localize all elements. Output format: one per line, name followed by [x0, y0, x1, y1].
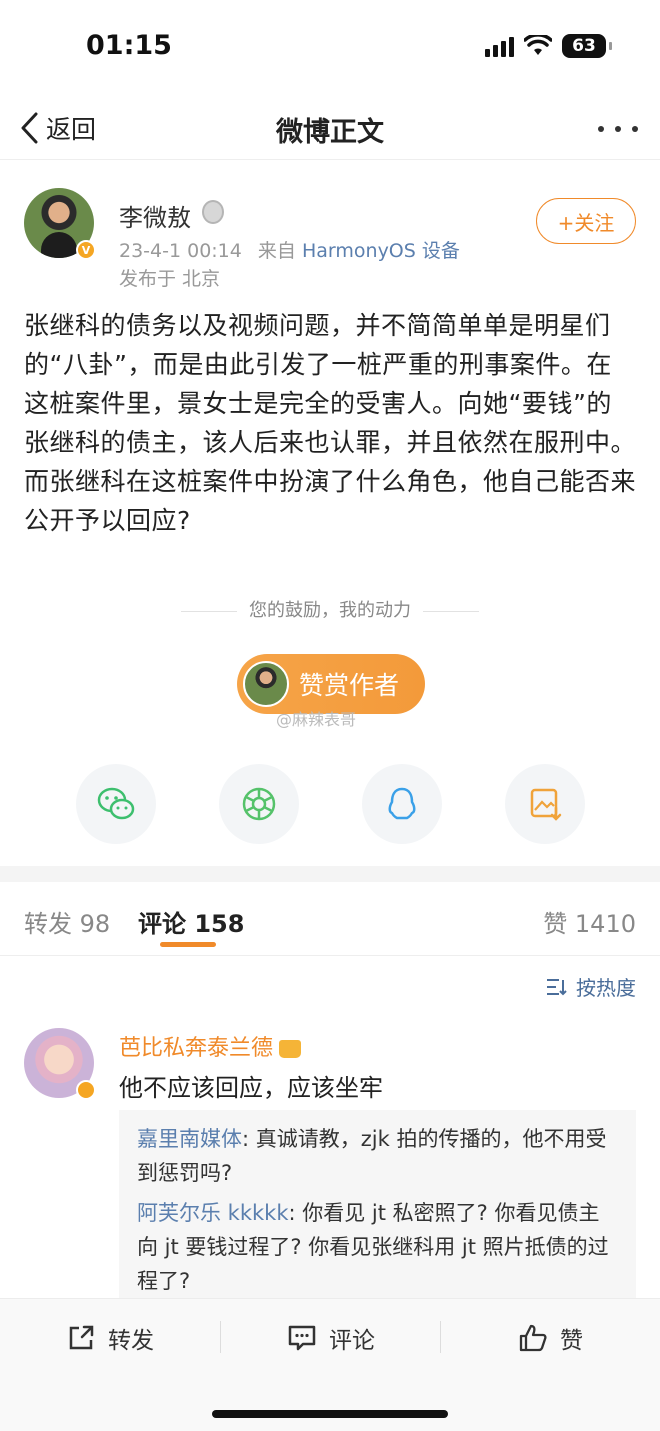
page-title: 微博正文 [276, 117, 384, 148]
save-image-icon [530, 788, 562, 821]
tab-comments[interactable]: 评论 158 [138, 904, 244, 939]
status-bar: 01:15 63 [0, 0, 660, 100]
action-divider [440, 1321, 441, 1353]
more-button[interactable] [598, 114, 638, 144]
post-text: 张继科的债务以及视频问题，并不简简单单是明星们的“八卦”，而是由此引发了一桩严重… [24, 311, 637, 535]
share-moments-button[interactable] [219, 764, 299, 844]
verified-badge-icon: V [76, 240, 96, 260]
like-button[interactable]: 赞 [518, 1321, 583, 1355]
post-meta: 23-4-1 00:14 来自 HarmonyOS 设备 [119, 236, 460, 263]
bottom-action-bar: 转发 评论 赞 [0, 1298, 660, 1431]
share-qq-button[interactable] [362, 764, 442, 844]
save-image-button[interactable] [505, 764, 585, 844]
action-divider [220, 1321, 221, 1353]
reward-hint-text: 您的鼓励，我的动力 [249, 600, 411, 621]
status-icons: 63 [485, 34, 612, 58]
comment-icon [288, 1325, 316, 1351]
home-indicator [212, 1410, 448, 1418]
commenter-name[interactable]: 芭比私奔泰兰德 [119, 1030, 302, 1062]
comment-tabs: 转发 98 评论 158 赞 1410 [0, 882, 660, 956]
reward-author-button[interactable]: 赞赏作者 [237, 654, 425, 714]
source-device[interactable]: HarmonyOS 设备 [302, 240, 460, 262]
share-icon [69, 1325, 94, 1350]
commenter-name-text: 芭比私奔泰兰德 [119, 1036, 274, 1061]
section-divider [0, 866, 660, 882]
qq-icon [388, 787, 416, 820]
repost-button[interactable]: 转发 [66, 1321, 154, 1355]
reward-button-label: 赞赏作者 [299, 671, 400, 700]
status-time: 01:15 [86, 30, 172, 61]
repost-label: 转发 [108, 1328, 154, 1354]
share-row [76, 764, 586, 844]
back-button[interactable]: 返回 [18, 110, 96, 146]
like-label: 赞 [560, 1328, 583, 1354]
tab-likes[interactable]: 赞 1410 [543, 904, 636, 939]
comment-label: 评论 [329, 1328, 375, 1354]
wechat-icon [97, 787, 135, 820]
verified-badge-icon [76, 1080, 96, 1100]
wifi-icon [524, 35, 552, 55]
reply-user[interactable]: 阿芙尔乐 kkkkk [137, 1201, 288, 1225]
sort-label: 按热度 [576, 976, 636, 1000]
tab-indicator [160, 942, 216, 947]
post-timestamp: 23-4-1 00:14 [119, 240, 242, 262]
crown-icon [279, 1040, 302, 1058]
chevron-left-icon [21, 112, 38, 144]
medal-icon [202, 200, 224, 224]
reply-user[interactable]: 嘉里南媒体 [137, 1127, 242, 1151]
reply-item: 阿芙尔乐 kkkkk: 你看见 jt 私密照了? 你看见债主向 jt 要钱过程了… [137, 1196, 618, 1298]
thumbs-up-icon [519, 1324, 547, 1352]
reward-avatar [243, 661, 289, 707]
share-wechat-button[interactable] [76, 764, 156, 844]
sort-icon [547, 978, 567, 995]
nav-bar: 返回 微博正文 [0, 100, 660, 160]
tab-repost[interactable]: 转发 98 [24, 904, 110, 939]
follow-button[interactable]: +关注 [536, 198, 636, 244]
sort-button[interactable]: 按热度 [546, 972, 636, 1001]
author-header: V 李微敖 23-4-1 00:14 来自 HarmonyOS 设备 发布于 北… [24, 188, 636, 290]
watermark: @麻辣表哥 [276, 710, 357, 729]
back-label: 返回 [46, 115, 97, 144]
post-location: 发布于 北京 [119, 268, 221, 290]
moments-icon [242, 787, 276, 821]
battery-indicator: 63 [562, 34, 612, 58]
signal-icon [485, 35, 514, 57]
author-name[interactable]: 李微敖 [119, 198, 191, 233]
comment-button[interactable]: 评论 [287, 1321, 375, 1355]
reply-item: 嘉里南媒体: 真诚请教，zjk 拍的传播的，他不用受到惩罚吗? [137, 1122, 618, 1190]
source-prefix: 来自 [257, 240, 296, 262]
comment-text: 他不应该回应，应该坐牢 [119, 1074, 383, 1102]
reward-hint: 您的鼓励，我的动力 [0, 596, 660, 622]
reply-list[interactable]: 嘉里南媒体: 真诚请教，zjk 拍的传播的，他不用受到惩罚吗? 阿芙尔乐 kkk… [119, 1110, 636, 1310]
